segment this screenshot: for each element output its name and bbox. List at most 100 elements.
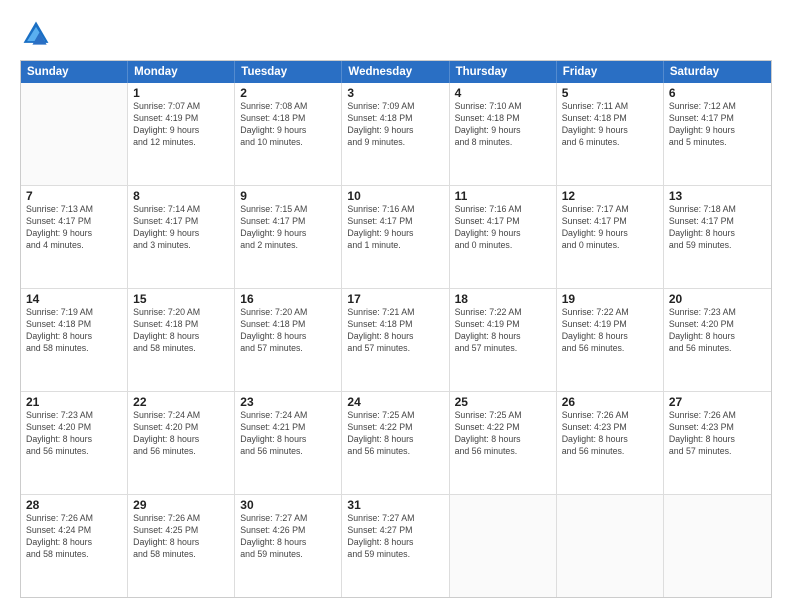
calendar-cell: 22Sunrise: 7:24 AM Sunset: 4:20 PM Dayli… [128, 392, 235, 494]
calendar-cell: 30Sunrise: 7:27 AM Sunset: 4:26 PM Dayli… [235, 495, 342, 597]
day-info: Sunrise: 7:20 AM Sunset: 4:18 PM Dayligh… [133, 307, 229, 355]
calendar-cell: 7Sunrise: 7:13 AM Sunset: 4:17 PM Daylig… [21, 186, 128, 288]
calendar-cell: 10Sunrise: 7:16 AM Sunset: 4:17 PM Dayli… [342, 186, 449, 288]
calendar-cell: 8Sunrise: 7:14 AM Sunset: 4:17 PM Daylig… [128, 186, 235, 288]
day-info: Sunrise: 7:22 AM Sunset: 4:19 PM Dayligh… [562, 307, 658, 355]
calendar-cell: 6Sunrise: 7:12 AM Sunset: 4:17 PM Daylig… [664, 83, 771, 185]
day-info: Sunrise: 7:25 AM Sunset: 4:22 PM Dayligh… [347, 410, 443, 458]
day-number: 31 [347, 498, 443, 512]
day-info: Sunrise: 7:22 AM Sunset: 4:19 PM Dayligh… [455, 307, 551, 355]
calendar-cell: 12Sunrise: 7:17 AM Sunset: 4:17 PM Dayli… [557, 186, 664, 288]
calendar-cell [450, 495, 557, 597]
day-number: 7 [26, 189, 122, 203]
day-number: 6 [669, 86, 766, 100]
day-number: 27 [669, 395, 766, 409]
day-info: Sunrise: 7:25 AM Sunset: 4:22 PM Dayligh… [455, 410, 551, 458]
day-number: 5 [562, 86, 658, 100]
cal-header-day: Friday [557, 61, 664, 83]
day-info: Sunrise: 7:17 AM Sunset: 4:17 PM Dayligh… [562, 204, 658, 252]
day-info: Sunrise: 7:09 AM Sunset: 4:18 PM Dayligh… [347, 101, 443, 149]
calendar-cell: 21Sunrise: 7:23 AM Sunset: 4:20 PM Dayli… [21, 392, 128, 494]
calendar-header: SundayMondayTuesdayWednesdayThursdayFrid… [21, 61, 771, 83]
day-info: Sunrise: 7:24 AM Sunset: 4:21 PM Dayligh… [240, 410, 336, 458]
calendar-row: 21Sunrise: 7:23 AM Sunset: 4:20 PM Dayli… [21, 391, 771, 494]
calendar-cell: 20Sunrise: 7:23 AM Sunset: 4:20 PM Dayli… [664, 289, 771, 391]
day-number: 15 [133, 292, 229, 306]
day-info: Sunrise: 7:12 AM Sunset: 4:17 PM Dayligh… [669, 101, 766, 149]
calendar-cell: 29Sunrise: 7:26 AM Sunset: 4:25 PM Dayli… [128, 495, 235, 597]
day-info: Sunrise: 7:26 AM Sunset: 4:24 PM Dayligh… [26, 513, 122, 561]
day-number: 25 [455, 395, 551, 409]
day-number: 24 [347, 395, 443, 409]
day-number: 28 [26, 498, 122, 512]
day-info: Sunrise: 7:10 AM Sunset: 4:18 PM Dayligh… [455, 101, 551, 149]
day-number: 11 [455, 189, 551, 203]
calendar-cell [664, 495, 771, 597]
calendar-cell: 3Sunrise: 7:09 AM Sunset: 4:18 PM Daylig… [342, 83, 449, 185]
cal-header-day: Saturday [664, 61, 771, 83]
day-number: 13 [669, 189, 766, 203]
cal-header-day: Wednesday [342, 61, 449, 83]
calendar-cell: 27Sunrise: 7:26 AM Sunset: 4:23 PM Dayli… [664, 392, 771, 494]
cal-header-day: Sunday [21, 61, 128, 83]
day-info: Sunrise: 7:14 AM Sunset: 4:17 PM Dayligh… [133, 204, 229, 252]
day-number: 19 [562, 292, 658, 306]
calendar-cell: 11Sunrise: 7:16 AM Sunset: 4:17 PM Dayli… [450, 186, 557, 288]
day-info: Sunrise: 7:13 AM Sunset: 4:17 PM Dayligh… [26, 204, 122, 252]
day-number: 23 [240, 395, 336, 409]
calendar-cell: 15Sunrise: 7:20 AM Sunset: 4:18 PM Dayli… [128, 289, 235, 391]
day-number: 2 [240, 86, 336, 100]
calendar-cell: 23Sunrise: 7:24 AM Sunset: 4:21 PM Dayli… [235, 392, 342, 494]
calendar-cell: 28Sunrise: 7:26 AM Sunset: 4:24 PM Dayli… [21, 495, 128, 597]
day-number: 26 [562, 395, 658, 409]
cal-header-day: Thursday [450, 61, 557, 83]
day-info: Sunrise: 7:21 AM Sunset: 4:18 PM Dayligh… [347, 307, 443, 355]
calendar-cell: 16Sunrise: 7:20 AM Sunset: 4:18 PM Dayli… [235, 289, 342, 391]
logo [20, 18, 56, 50]
day-number: 21 [26, 395, 122, 409]
day-number: 4 [455, 86, 551, 100]
calendar-cell: 13Sunrise: 7:18 AM Sunset: 4:17 PM Dayli… [664, 186, 771, 288]
calendar-cell: 5Sunrise: 7:11 AM Sunset: 4:18 PM Daylig… [557, 83, 664, 185]
calendar-cell: 19Sunrise: 7:22 AM Sunset: 4:19 PM Dayli… [557, 289, 664, 391]
day-number: 1 [133, 86, 229, 100]
header [20, 18, 772, 50]
logo-icon [20, 18, 52, 50]
day-number: 3 [347, 86, 443, 100]
calendar-cell: 25Sunrise: 7:25 AM Sunset: 4:22 PM Dayli… [450, 392, 557, 494]
day-info: Sunrise: 7:26 AM Sunset: 4:23 PM Dayligh… [562, 410, 658, 458]
calendar-cell: 2Sunrise: 7:08 AM Sunset: 4:18 PM Daylig… [235, 83, 342, 185]
calendar-cell [21, 83, 128, 185]
day-number: 17 [347, 292, 443, 306]
day-info: Sunrise: 7:19 AM Sunset: 4:18 PM Dayligh… [26, 307, 122, 355]
page: SundayMondayTuesdayWednesdayThursdayFrid… [0, 0, 792, 612]
calendar-cell: 14Sunrise: 7:19 AM Sunset: 4:18 PM Dayli… [21, 289, 128, 391]
day-info: Sunrise: 7:27 AM Sunset: 4:26 PM Dayligh… [240, 513, 336, 561]
calendar-cell: 9Sunrise: 7:15 AM Sunset: 4:17 PM Daylig… [235, 186, 342, 288]
calendar-cell: 18Sunrise: 7:22 AM Sunset: 4:19 PM Dayli… [450, 289, 557, 391]
day-number: 29 [133, 498, 229, 512]
day-number: 9 [240, 189, 336, 203]
day-info: Sunrise: 7:18 AM Sunset: 4:17 PM Dayligh… [669, 204, 766, 252]
calendar-body: 1Sunrise: 7:07 AM Sunset: 4:19 PM Daylig… [21, 83, 771, 597]
day-info: Sunrise: 7:11 AM Sunset: 4:18 PM Dayligh… [562, 101, 658, 149]
day-number: 22 [133, 395, 229, 409]
day-info: Sunrise: 7:07 AM Sunset: 4:19 PM Dayligh… [133, 101, 229, 149]
day-number: 20 [669, 292, 766, 306]
day-number: 14 [26, 292, 122, 306]
calendar-cell: 17Sunrise: 7:21 AM Sunset: 4:18 PM Dayli… [342, 289, 449, 391]
cal-header-day: Monday [128, 61, 235, 83]
calendar-row: 14Sunrise: 7:19 AM Sunset: 4:18 PM Dayli… [21, 288, 771, 391]
day-info: Sunrise: 7:26 AM Sunset: 4:25 PM Dayligh… [133, 513, 229, 561]
day-info: Sunrise: 7:23 AM Sunset: 4:20 PM Dayligh… [26, 410, 122, 458]
calendar-cell: 26Sunrise: 7:26 AM Sunset: 4:23 PM Dayli… [557, 392, 664, 494]
day-info: Sunrise: 7:24 AM Sunset: 4:20 PM Dayligh… [133, 410, 229, 458]
calendar: SundayMondayTuesdayWednesdayThursdayFrid… [20, 60, 772, 598]
day-info: Sunrise: 7:08 AM Sunset: 4:18 PM Dayligh… [240, 101, 336, 149]
day-number: 8 [133, 189, 229, 203]
day-number: 18 [455, 292, 551, 306]
cal-header-day: Tuesday [235, 61, 342, 83]
day-info: Sunrise: 7:20 AM Sunset: 4:18 PM Dayligh… [240, 307, 336, 355]
calendar-row: 7Sunrise: 7:13 AM Sunset: 4:17 PM Daylig… [21, 185, 771, 288]
day-number: 12 [562, 189, 658, 203]
